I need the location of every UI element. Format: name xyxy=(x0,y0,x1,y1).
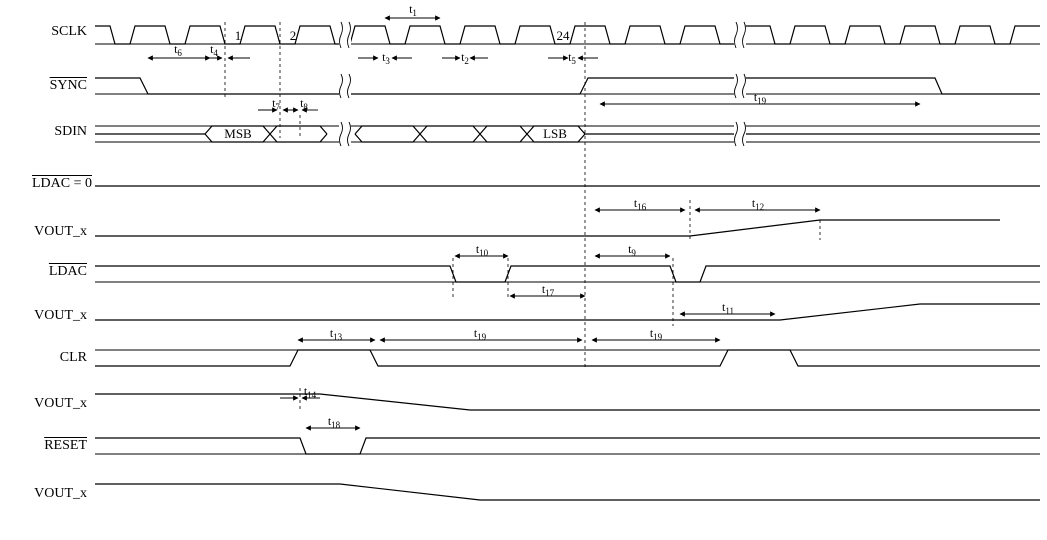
t4-label: t4 xyxy=(210,42,218,58)
t1-label: t1 xyxy=(409,2,417,18)
t19-label: t19 xyxy=(754,90,766,106)
label-sdin: SDIN xyxy=(12,124,87,140)
label-sclk: SCLK xyxy=(12,24,87,40)
label-vout-a: VOUT_x xyxy=(12,224,87,240)
ldac-waveform xyxy=(95,266,1040,282)
label-vout-b: VOUT_x xyxy=(12,308,87,324)
sclk-waveform: 1 2 24 xyxy=(95,22,1040,48)
t16-label: t16 xyxy=(634,196,646,212)
sclk-count-1: 1 xyxy=(235,28,242,43)
vout-a-waveform xyxy=(95,220,1000,240)
sclk-count-24: 24 xyxy=(557,28,571,43)
t19c-label: t19 xyxy=(650,326,662,342)
clr-waveform xyxy=(95,350,1040,366)
vout-c-waveform xyxy=(95,394,1040,410)
label-sync: SYNC xyxy=(12,78,87,94)
t10-label: t10 xyxy=(476,242,488,258)
label-vout-d: VOUT_x xyxy=(12,486,87,502)
reset-waveform xyxy=(95,438,1040,454)
label-vout-c: VOUT_x xyxy=(12,396,87,412)
t19b-label: t19 xyxy=(474,326,486,342)
vout-b-waveform xyxy=(95,304,1040,320)
t12-label: t12 xyxy=(752,196,764,212)
t7-label: t7 xyxy=(272,96,280,112)
t13-label: t13 xyxy=(330,326,342,342)
t3-label: t3 xyxy=(382,50,390,66)
t18-label: t18 xyxy=(328,414,340,430)
sdin-msb-label: MSB xyxy=(224,126,252,141)
vout-d-waveform xyxy=(95,484,1040,500)
t11-label: t11 xyxy=(722,300,734,316)
label-reset: RESET xyxy=(12,438,87,454)
t6-label: t6 xyxy=(174,42,182,58)
t17-label: t17 xyxy=(542,282,554,298)
t5-label: t5 xyxy=(568,50,576,66)
label-clr: CLR xyxy=(12,350,87,366)
sync-waveform xyxy=(95,74,1040,98)
t9-label: t9 xyxy=(628,242,636,258)
t14-label: t14 xyxy=(304,384,316,400)
timing-diagram: .w { stroke:#000; stroke-width:1.2; fill… xyxy=(0,0,1047,540)
sdin-waveform: MSB LSB xyxy=(95,122,1040,146)
label-ldac-zero: LDAC = 0 xyxy=(12,176,92,192)
label-ldac: LDAC xyxy=(12,264,87,280)
sdin-lsb-label: LSB xyxy=(543,126,567,141)
t8-label: t8 xyxy=(300,96,308,112)
sclk-count-2: 2 xyxy=(290,28,297,43)
t2-label: t2 xyxy=(461,50,469,66)
